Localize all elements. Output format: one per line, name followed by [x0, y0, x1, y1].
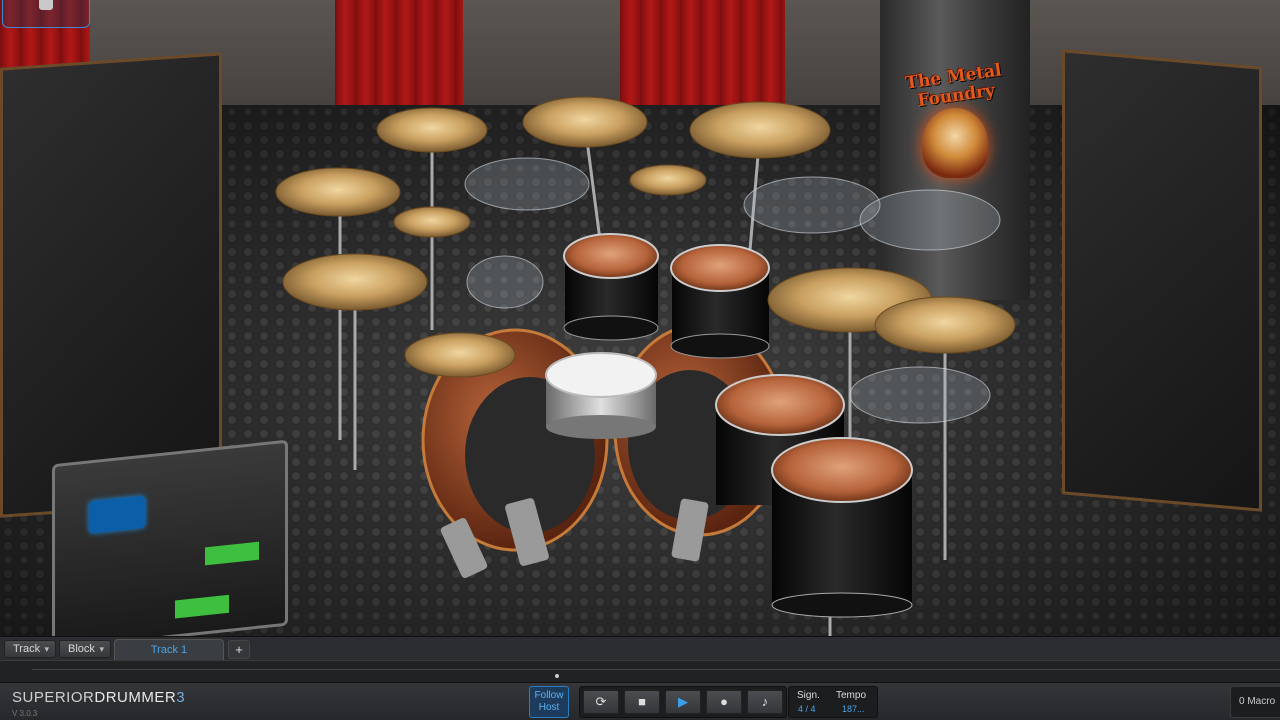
macro-label: Macro: [1247, 696, 1276, 707]
loop-icon: ⟳: [595, 694, 607, 709]
signature-value: 4 / 4: [798, 704, 816, 714]
metronome-button[interactable]: ♪: [747, 690, 783, 714]
drum-kit: [275, 96, 1016, 636]
tab-track-1[interactable]: Track 1: [114, 639, 224, 661]
song-timeline[interactable]: [0, 660, 1280, 682]
floor-tom-2[interactable]: [771, 437, 913, 618]
macro-panel-button[interactable]: 0 Macro: [1230, 686, 1280, 718]
track-bar: Track ▾ Block ▾ Track 1 +: [0, 636, 1280, 661]
stop-button[interactable]: ■: [624, 690, 660, 714]
metronome-icon: ♪: [761, 694, 769, 709]
cymbal-crash-left: [275, 167, 401, 217]
version-label: V 3.0.3: [12, 709, 38, 718]
play-button[interactable]: ▶: [665, 690, 701, 714]
tempo-label: Tempo: [836, 690, 867, 701]
cymbal-crash-center: [522, 96, 648, 148]
record-button[interactable]: ●: [706, 690, 742, 714]
follow-host-button[interactable]: Follow Host: [529, 686, 569, 718]
block-menu-button[interactable]: Block ▾: [59, 640, 111, 658]
drum-kit-view: The Metal Foundry: [0, 0, 1280, 636]
chevron-down-icon: ▾: [99, 644, 104, 654]
track-menu-button[interactable]: Track ▾: [4, 640, 56, 658]
cube-icon: [39, 0, 53, 10]
macro-count: 0: [1239, 696, 1245, 707]
cymbal-ride-left: [282, 253, 428, 311]
transport-controls: ⟳ ■ ▶ ● ♪: [579, 686, 787, 718]
add-track-button[interactable]: +: [228, 640, 250, 659]
record-icon: ●: [720, 694, 728, 709]
signature-label: Sign.: [797, 690, 820, 701]
rack-tom-2[interactable]: [670, 244, 770, 359]
product-logo: SUPERIORDRUMMER3: [12, 689, 186, 706]
stop-icon: ■: [638, 694, 646, 709]
cymbal-china: [874, 296, 1016, 354]
snare-drum[interactable]: [545, 352, 657, 439]
rack-tom-1[interactable]: [563, 233, 659, 341]
signature-tempo-display[interactable]: Sign. 4 / 4 Tempo 187...: [788, 686, 878, 718]
chevron-down-icon: ▾: [44, 644, 49, 654]
transport-bar: SUPERIORDRUMMER3 V 3.0.3 Follow Host ⟳ ■ …: [0, 682, 1280, 720]
cymbal-splash: [393, 206, 471, 238]
tempo-value: 187...: [842, 704, 865, 714]
cymbal-crash-left-high: [376, 107, 488, 153]
playhead[interactable]: [555, 674, 559, 678]
cymbal-crash-right-high: [689, 101, 831, 159]
view-toggle-button[interactable]: [2, 0, 90, 28]
cymbal-splash-center: [629, 164, 707, 196]
play-icon: ▶: [678, 694, 688, 709]
hihat: [404, 332, 516, 378]
loop-button[interactable]: ⟳: [583, 690, 619, 714]
